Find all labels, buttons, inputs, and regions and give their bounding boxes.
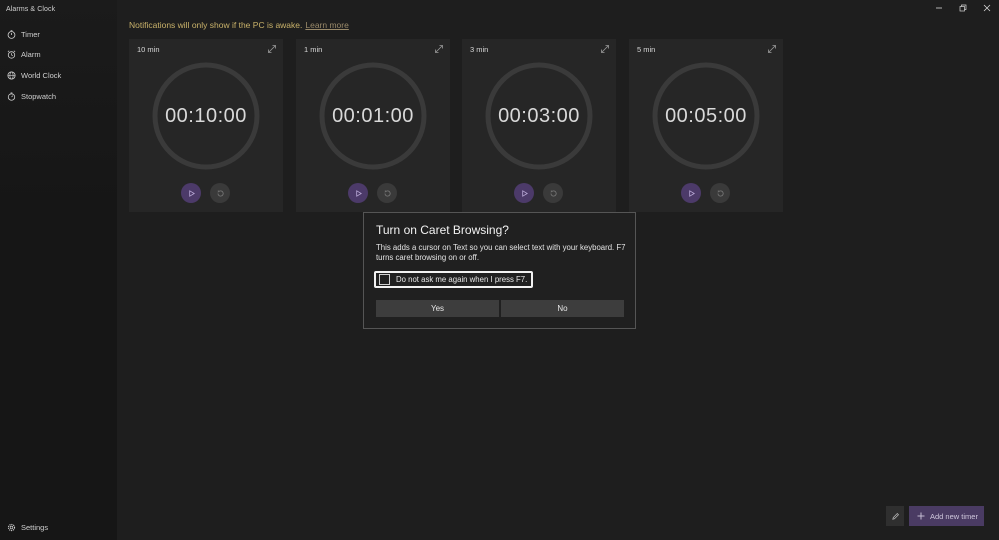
timer-time: 00:05:00 <box>665 105 747 127</box>
close-icon <box>983 4 991 12</box>
app-title: Alarms & Clock <box>6 6 56 13</box>
timer-time: 00:03:00 <box>498 105 580 127</box>
sidebar-item-world-clock[interactable]: World Clock <box>0 66 117 84</box>
alarm-icon <box>1 45 21 63</box>
do-not-ask-checkbox[interactable]: Do not ask me again when I press F7. <box>374 271 534 288</box>
minimize-icon <box>936 7 942 9</box>
pencil-icon <box>891 512 899 520</box>
plus-icon <box>917 512 925 520</box>
play-button[interactable] <box>181 183 201 203</box>
sidebar-item-label: Alarm <box>21 49 41 59</box>
play-icon <box>355 189 362 197</box>
play-icon <box>188 189 195 197</box>
sidebar-item-timer[interactable]: Timer <box>0 25 117 43</box>
sidebar-item-stopwatch[interactable]: Stopwatch <box>0 87 117 105</box>
notification-text: Notifications will only show if the PC i… <box>129 20 303 30</box>
sidebar-item-label: Timer <box>21 29 40 39</box>
expand-icon[interactable] <box>600 44 610 54</box>
expand-icon[interactable] <box>434 44 444 54</box>
checkbox-square[interactable] <box>379 274 390 285</box>
timer-time: 00:01:00 <box>332 105 414 127</box>
dialog-title: Turn on Caret Browsing? <box>376 223 509 237</box>
sidebar: Alarms & Clock Timer Alarm World Clock S… <box>0 0 117 540</box>
timer-name: 1 min <box>304 45 323 54</box>
timer-card[interactable]: 5 min 00:05:00 <box>629 39 783 212</box>
yes-button[interactable]: Yes <box>376 300 499 317</box>
timer-time: 00:10:00 <box>165 105 247 127</box>
timer-card[interactable]: 1 min 00:01:00 <box>296 39 450 212</box>
reset-button[interactable] <box>377 183 397 203</box>
reset-icon <box>717 189 724 196</box>
dialog-message: This adds a cursor on Text so you can se… <box>376 243 626 262</box>
reset-button[interactable] <box>210 183 230 203</box>
restore-button[interactable] <box>951 0 975 16</box>
timer-name: 3 min <box>470 45 489 54</box>
settings-label: Settings <box>21 522 49 532</box>
sidebar-item-label: Stopwatch <box>21 91 57 101</box>
minimize-button[interactable] <box>927 0 951 16</box>
globe-icon <box>1 66 21 84</box>
reset-button[interactable] <box>543 183 563 203</box>
sidebar-item-settings[interactable]: Settings <box>0 518 117 536</box>
checkbox-label: Do not ask me again when I press F7. <box>396 275 528 284</box>
timer-card[interactable]: 3 min 00:03:00 <box>462 39 616 212</box>
play-button[interactable] <box>348 183 368 203</box>
reset-button[interactable] <box>710 183 730 203</box>
play-icon <box>521 189 528 197</box>
no-button[interactable]: No <box>501 300 624 317</box>
restore-icon <box>959 4 967 12</box>
sidebar-item-alarm[interactable]: Alarm <box>0 45 117 63</box>
edit-timers-button[interactable] <box>886 506 904 526</box>
timer-card[interactable]: 10 min 00:10:00 <box>129 39 283 212</box>
timer-name: 5 min <box>637 45 656 54</box>
learn-more-link[interactable]: Learn more <box>305 20 348 30</box>
play-button[interactable] <box>681 183 701 203</box>
sidebar-item-label: World Clock <box>21 70 62 80</box>
caret-browsing-dialog: Turn on Caret Browsing? This adds a curs… <box>363 212 636 329</box>
expand-icon[interactable] <box>767 44 777 54</box>
notification-banner: Notifications will only show if the PC i… <box>129 20 349 30</box>
reset-icon <box>550 189 557 196</box>
timer-name: 10 min <box>137 45 160 54</box>
add-new-timer-label: Add new timer <box>930 511 978 521</box>
expand-icon[interactable] <box>267 44 277 54</box>
add-new-timer-button[interactable]: Add new timer <box>909 506 984 526</box>
app-window: Alarms & Clock Timer Alarm World Clock S… <box>0 0 999 540</box>
gear-icon <box>1 518 21 536</box>
play-icon <box>688 189 695 197</box>
reset-icon <box>384 189 391 196</box>
timer-icon <box>1 25 21 43</box>
reset-icon <box>217 189 224 196</box>
play-button[interactable] <box>514 183 534 203</box>
stopwatch-icon <box>1 87 21 105</box>
close-button[interactable] <box>975 0 999 16</box>
